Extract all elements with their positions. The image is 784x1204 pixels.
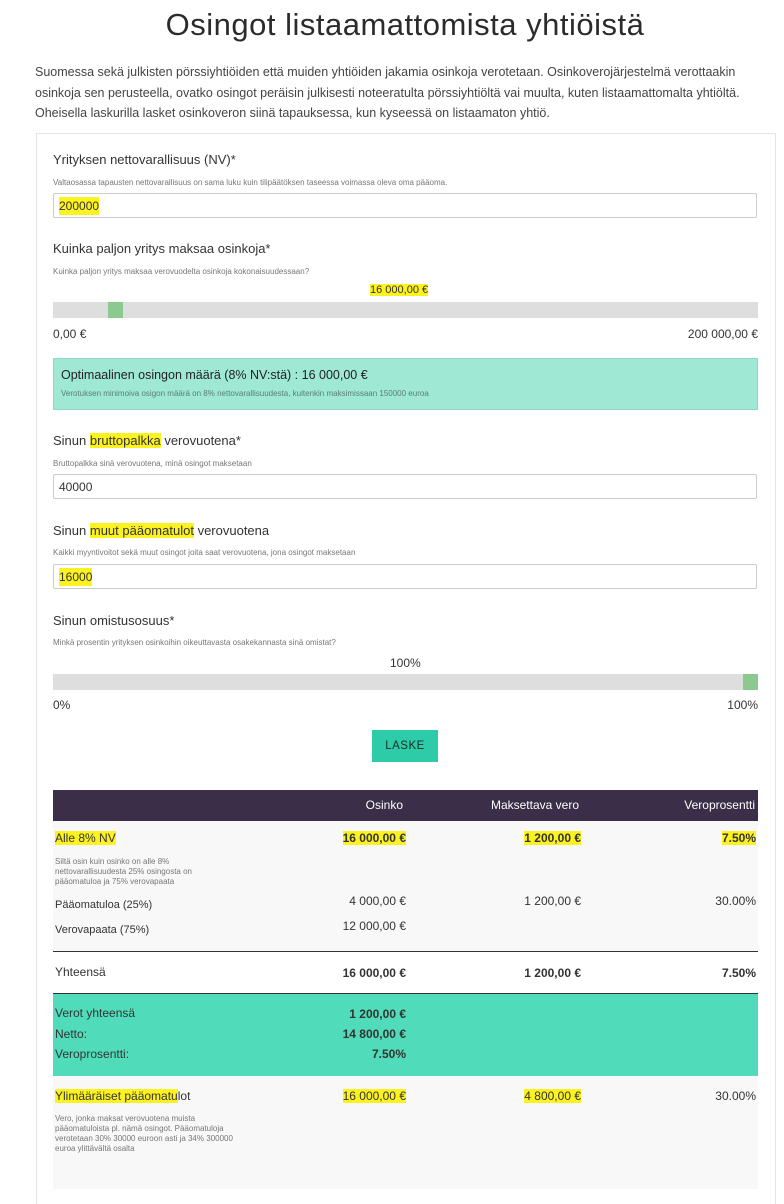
capital-income-value: 16000 <box>59 568 93 586</box>
ownership-slider[interactable] <box>53 674 758 690</box>
summary-pct-value: 7.50% <box>371 1047 406 1061</box>
under8-tax-percent: 7.50% <box>721 831 756 845</box>
dividend-hint: Kuinka paljon yritys maksaa verovuodelta… <box>53 267 310 276</box>
taxfree-part-dividend: 12 000,00 € <box>342 919 406 933</box>
summary-tax-label: Verot yhteensä <box>55 1006 136 1020</box>
extra-capital-tax: 4 800,00 € <box>524 1089 581 1103</box>
total-label: Yhteensä <box>55 965 106 979</box>
summary-tax-value: 1 200,00 € <box>349 1007 406 1021</box>
header-dividend: Osinko <box>365 798 403 812</box>
salary-label-prefix: Sinun <box>53 433 90 448</box>
under8-note: Siltä osin kuin osinko on alle 8% nettov… <box>55 857 192 886</box>
extra-capital-note: Vero, jonka maksat verovuotena muista pä… <box>55 1114 233 1153</box>
dividend-max-label: 200 000,00 € <box>687 327 758 341</box>
summary-net-value: 14 800,00 € <box>342 1027 406 1041</box>
capital-part-tax-percent: 30.00% <box>715 894 756 908</box>
salary-label-suffix: verovuotena* <box>160 433 241 448</box>
capital-label-prefix: Sinun <box>53 523 90 538</box>
results-table-header: Osinko Maksettava vero Veroprosentti <box>53 790 758 821</box>
capital-part-label: Pääomatuloa (25%) <box>55 899 153 911</box>
extra-capital-dividend: 16 000,00 € <box>342 1089 406 1103</box>
optimal-dividend-note: Verotuksen minimoiva osigon määrä on 8% … <box>61 389 429 398</box>
net-assets-value: 200000 <box>59 197 100 215</box>
extra-capital-tax-percent: 30.00% <box>715 1089 756 1103</box>
page-title: Osingot listaamattomista yhtiöistä <box>165 7 645 42</box>
dividend-slider-handle[interactable] <box>108 302 123 318</box>
calculate-button[interactable]: LASKE <box>372 730 438 762</box>
summary-pct-label: Veroprosentti: <box>55 1047 130 1061</box>
salary-value: 40000 <box>59 480 93 494</box>
under8-label: Alle 8% NV <box>55 831 116 845</box>
ownership-slider-value: 100% <box>390 656 421 670</box>
under8-dividend: 16 000,00 € <box>342 831 406 845</box>
ownership-hint: Minkä prosentin yrityksen osinkoihin oik… <box>53 638 336 647</box>
capital-income-label: Sinun muut pääomatulot verovuotena <box>53 523 269 538</box>
header-tax-percent: Veroprosentti <box>684 798 755 812</box>
header-tax: Maksettava vero <box>490 798 579 812</box>
summary-net-label: Netto: <box>55 1027 88 1041</box>
dividend-min-label: 0,00 € <box>53 327 87 341</box>
net-assets-label: Yrityksen nettovarallisuus (NV)* <box>53 152 236 167</box>
capital-income-hint: Kaikki myyntivoitot sekä muut osingot jo… <box>53 548 356 557</box>
dividend-slider-value: 16 000,00 € <box>370 284 429 296</box>
extra-capital-label-highlight: Ylimääräiset pääomatu <box>55 1089 178 1103</box>
dividend-label: Kuinka paljon yritys maksaa osinkoja* <box>53 241 271 256</box>
capital-label-highlight: muut pääomatulot <box>89 523 194 538</box>
intro-text: Suomessa sekä julkisten pörssiyhtiöiden … <box>35 65 740 120</box>
capital-income-input[interactable]: 16000 <box>53 564 757 589</box>
capital-label-suffix: verovuotena <box>193 523 270 538</box>
ownership-min-label: 0% <box>53 698 71 712</box>
salary-label: Sinun bruttopalkka verovuotena* <box>53 433 241 448</box>
under8-tax: 1 200,00 € <box>524 831 581 845</box>
extra-capital-label-rest: lot <box>177 1089 191 1103</box>
ownership-label: Sinun omistusosuus* <box>53 613 175 628</box>
dividend-slider[interactable] <box>53 302 758 318</box>
salary-label-highlight: bruttopalkka <box>89 433 161 448</box>
ownership-max-label: 100% <box>727 698 758 712</box>
taxfree-part-label: Verovapaata (75%) <box>55 924 150 936</box>
divider <box>53 951 758 952</box>
salary-input[interactable]: 40000 <box>53 474 757 499</box>
total-tax-percent: 7.50% <box>721 966 756 980</box>
total-tax: 1 200,00 € <box>524 966 581 980</box>
optimal-dividend-box: Optimaalinen osingon määrä (8% NV:stä) :… <box>53 358 758 410</box>
capital-part-dividend: 4 000,00 € <box>349 894 406 908</box>
net-assets-input[interactable]: 200000 <box>53 193 757 218</box>
ownership-slider-handle[interactable] <box>743 674 758 690</box>
salary-hint: Bruttopalkka sinä verovuotena, minä osin… <box>53 459 252 468</box>
optimal-dividend-text: Optimaalinen osingon määrä (8% NV:stä) :… <box>61 368 368 382</box>
total-dividend: 16 000,00 € <box>342 966 406 980</box>
capital-part-tax: 1 200,00 € <box>524 894 581 908</box>
net-assets-hint: Valtaosassa tapausten nettovarallisuus o… <box>53 178 448 187</box>
extra-capital-label: Ylimääräiset pääomatulot <box>55 1089 190 1103</box>
